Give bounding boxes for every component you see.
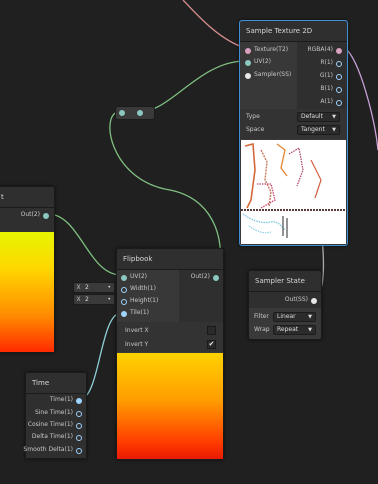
wire-texture: [182, 0, 246, 49]
width-input[interactable]: X2 •: [73, 282, 115, 293]
wire-left-out-to-flipbook-uv: [47, 213, 122, 276]
flipbook-tile-port[interactable]: [121, 311, 127, 317]
node-title: Sample Texture 2D: [240, 21, 347, 42]
height-connector-icon: •: [107, 296, 111, 303]
sampler-state-node[interactable]: Sampler State Out(SS) Filter Linear ▼ Wr…: [248, 270, 322, 340]
node-title: t: [0, 187, 54, 208]
sampler-out-row[interactable]: Out(SS): [285, 294, 317, 306]
flipbook-uv-port[interactable]: [121, 275, 127, 281]
dropdown-arrow-icon: ▼: [332, 114, 336, 120]
type-label: Type: [246, 113, 260, 120]
uv-port-row[interactable]: UV(2): [245, 56, 271, 68]
sine-time-label: Sine Time(1): [34, 409, 73, 416]
texture-preview-image: [241, 142, 346, 238]
cosine-time-port[interactable]: [76, 423, 82, 429]
dropdown-arrow-icon: ▼: [332, 127, 336, 133]
texture-in-port[interactable]: [245, 48, 251, 54]
wire-rgba-out: [344, 47, 378, 151]
flipbook-node[interactable]: Flipbook UV(2) Width(1) Height(1) Tile(1…: [116, 248, 224, 460]
space-label: Space: [246, 126, 265, 133]
r-port-row[interactable]: R(1): [320, 57, 342, 69]
a-out-port[interactable]: [336, 100, 342, 106]
flipbook-width-row[interactable]: Width(1): [121, 283, 156, 295]
time-node[interactable]: Time Time(1) Sine Time(1) Cosine Time(1)…: [23, 372, 87, 459]
width-value: 2: [85, 284, 89, 291]
width-axis-label: X: [76, 284, 81, 291]
wrap-dropdown[interactable]: Repeat ▼: [273, 325, 316, 335]
type-dropdown[interactable]: Default ▼: [297, 112, 340, 122]
space-dropdown[interactable]: Tangent ▼: [297, 125, 340, 135]
left-partial-node[interactable]: t Out(2): [0, 186, 55, 353]
left-node-preview: [0, 232, 54, 352]
b-port-row[interactable]: B(1): [320, 83, 342, 95]
sampler-out-port[interactable]: [311, 298, 317, 304]
g-out-port[interactable]: [336, 74, 342, 80]
rgba-out-port[interactable]: [336, 48, 342, 54]
left-out-port[interactable]: [43, 213, 49, 219]
texture-preview: [241, 140, 346, 244]
texture-port-label: Texture(T2): [254, 46, 289, 53]
wrap-label: Wrap: [254, 326, 270, 333]
delta-time-label: Delta Time(1): [31, 433, 73, 440]
cosine-time-row[interactable]: Cosine Time(1): [28, 419, 82, 431]
smooth-delta-row[interactable]: Smooth Delta(1): [23, 444, 82, 456]
width-connector-icon: •: [107, 284, 111, 291]
flipbook-height-row[interactable]: Height(1): [121, 295, 158, 307]
node-title: Flipbook: [117, 249, 223, 270]
invert-x-checkbox[interactable]: [207, 326, 216, 335]
reroute-node[interactable]: [115, 106, 155, 120]
sampler-port-label: Sampler(SS): [254, 71, 292, 78]
reroute-in-port[interactable]: [119, 110, 125, 116]
smooth-delta-label: Smooth Delta(1): [23, 446, 73, 453]
filter-value: Linear: [277, 313, 296, 320]
g-port-row[interactable]: G(1): [320, 70, 342, 82]
dropdown-arrow-icon: ▼: [308, 314, 312, 320]
space-value: Tangent: [301, 126, 325, 133]
left-node-title: t: [1, 193, 4, 201]
smooth-delta-port[interactable]: [76, 448, 82, 454]
flipbook-tile-row[interactable]: Tile(1): [121, 307, 149, 319]
sine-time-row[interactable]: Sine Time(1): [35, 407, 82, 419]
height-value: 2: [85, 296, 89, 303]
node-title: Sampler State: [249, 271, 321, 292]
filter-dropdown[interactable]: Linear ▼: [273, 312, 316, 322]
rgba-port-row[interactable]: RGBA(4): [307, 44, 342, 56]
flipbook-settings: Invert X Invert Y ✔: [117, 322, 223, 352]
reroute-out-port[interactable]: [137, 110, 143, 116]
settings-area: Type Default ▼ Space Tangent ▼: [240, 109, 347, 139]
time-out-port[interactable]: [76, 398, 82, 404]
node-title: Time: [26, 373, 86, 394]
invert-y-checkbox[interactable]: ✔: [207, 340, 216, 349]
sampler-port-row[interactable]: Sampler(SS): [245, 69, 291, 81]
r-out-port[interactable]: [336, 61, 342, 67]
delta-time-port[interactable]: [76, 435, 82, 441]
time-out-row[interactable]: Time(1): [50, 394, 82, 406]
flipbook-preview: [117, 353, 223, 459]
flipbook-uv-row[interactable]: UV(2): [121, 271, 147, 283]
delta-time-row[interactable]: Delta Time(1): [32, 431, 82, 443]
sampler-in-port[interactable]: [245, 73, 251, 79]
flipbook-out-row[interactable]: Out(2): [191, 271, 219, 283]
flipbook-width-port[interactable]: [121, 287, 127, 293]
invert-y-label: Invert Y: [125, 341, 149, 348]
type-value: Default: [301, 113, 323, 120]
b-out-port[interactable]: [336, 87, 342, 93]
left-out-port-row[interactable]: Out(2): [21, 209, 49, 221]
filter-label: Filter: [254, 313, 269, 320]
dropdown-arrow-icon: ▼: [308, 327, 312, 333]
flipbook-height-port[interactable]: [121, 299, 127, 305]
height-axis-label: X: [76, 296, 81, 303]
wrap-value: Repeat: [277, 326, 299, 333]
cosine-time-label: Cosine Time(1): [27, 421, 73, 428]
sample-texture-2d-node[interactable]: Sample Texture 2D Texture(T2) UV(2) Samp…: [239, 20, 348, 246]
sine-time-port[interactable]: [76, 411, 82, 417]
wire-uv-to-reroute: [139, 60, 246, 113]
height-input[interactable]: X2 •: [73, 294, 115, 305]
invert-x-label: Invert X: [125, 327, 149, 334]
texture-port-row[interactable]: Texture(T2): [245, 44, 288, 56]
a-port-row[interactable]: A(1): [320, 96, 342, 108]
uv-in-port[interactable]: [245, 60, 251, 66]
ports-area: UV(2) Width(1) Height(1) Tile(1) Out(2): [117, 270, 223, 322]
flipbook-out-port[interactable]: [213, 275, 219, 281]
